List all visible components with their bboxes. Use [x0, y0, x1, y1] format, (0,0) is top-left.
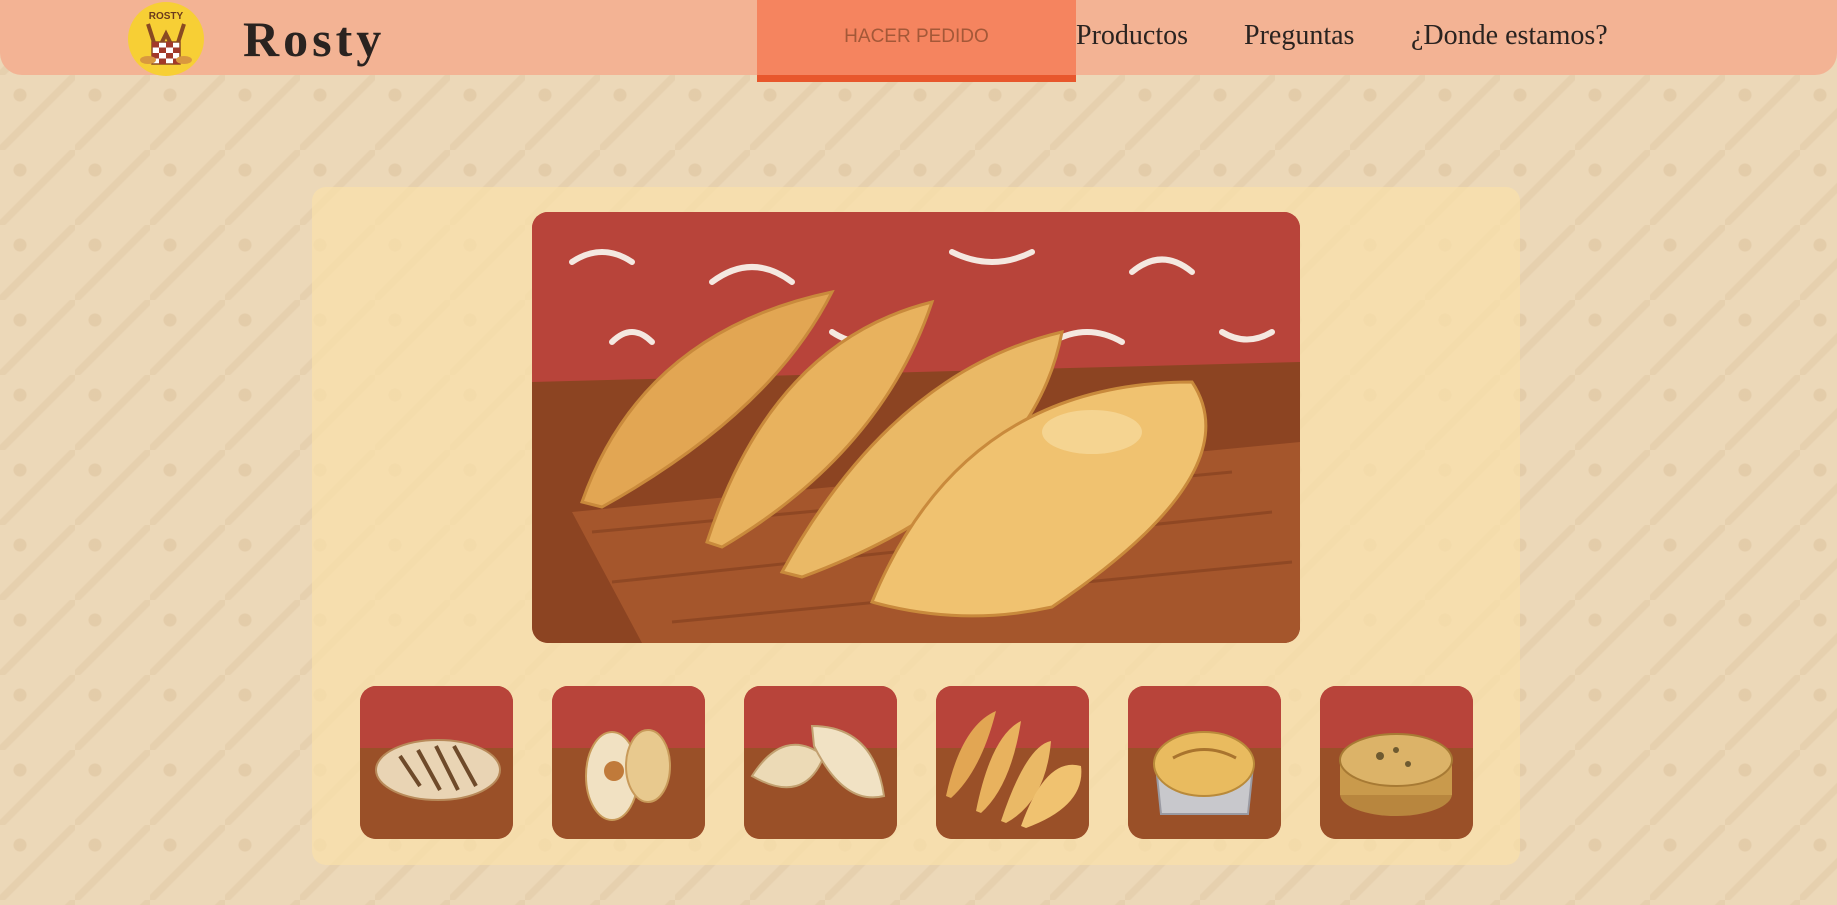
thumbnail-tarta-round[interactable]	[1320, 686, 1473, 839]
thumbnail-sandwich[interactable]	[360, 686, 513, 839]
thumbnail-empanadas-fritas[interactable]	[936, 686, 1089, 839]
thumbnail-rolls[interactable]	[552, 686, 705, 839]
main-product-image	[532, 212, 1300, 643]
order-button[interactable]: HACER PEDIDO	[757, 0, 1076, 82]
nav-donde-estamos[interactable]: ¿Donde estamos?	[1411, 20, 1608, 52]
top-header: ROSTY Rosty HACER PEDIDO Productos Pregu…	[0, 0, 1837, 82]
nav-preguntas[interactable]: Preguntas	[1244, 20, 1354, 52]
rosty-logo[interactable]: ROSTY	[128, 2, 204, 76]
thumbnail-tarta-tin[interactable]	[1128, 686, 1281, 839]
nav-productos[interactable]: Productos	[1076, 20, 1188, 52]
logo-text: ROSTY	[148, 11, 184, 22]
thumbnail-empanadas-horno[interactable]	[744, 686, 897, 839]
brand-name[interactable]: Rosty	[243, 10, 385, 68]
